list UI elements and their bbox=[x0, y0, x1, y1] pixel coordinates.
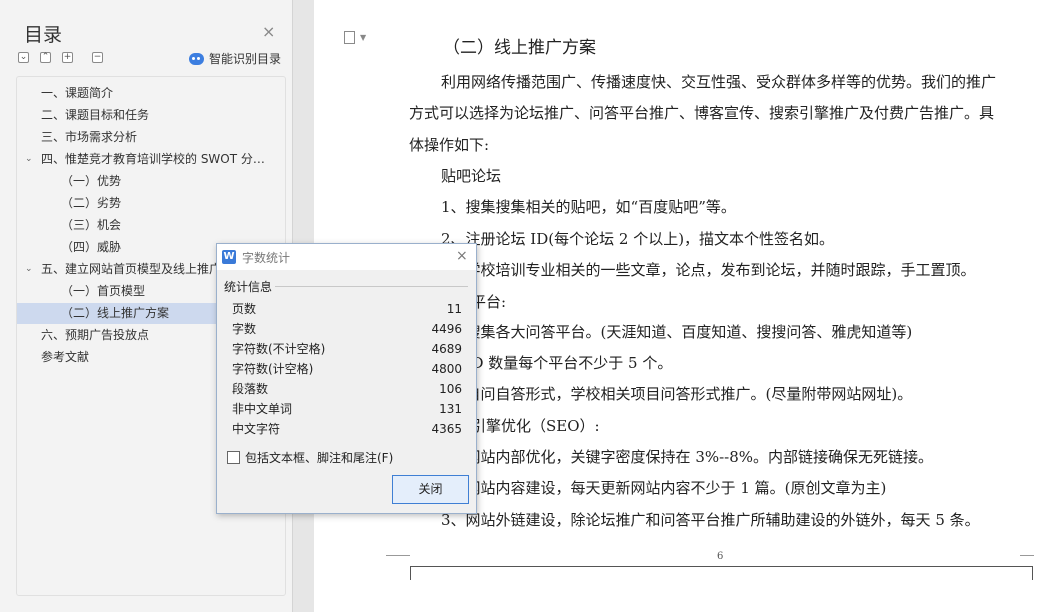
toc-item-label: （一）首页模型 bbox=[61, 284, 146, 298]
paragraph-line: 方式可以选择为论坛推广、问答平台推广、博客宣传、搜索引擎推广及付费广告推广。具 bbox=[409, 104, 995, 122]
stat-label: 字符数(计空格) bbox=[232, 362, 314, 376]
stat-row: 中文字符 4365 bbox=[232, 419, 462, 439]
toc-item[interactable]: 三、市场需求分析 bbox=[17, 127, 285, 148]
stat-row: 字符数(不计空格) 4689 bbox=[232, 339, 462, 359]
toc-close-icon[interactable]: × bbox=[262, 22, 275, 41]
toc-item-label: 一、课题简介 bbox=[41, 86, 114, 100]
collapse-level-icon[interactable]: − bbox=[92, 52, 103, 63]
page-number: 6 bbox=[717, 551, 724, 562]
stat-label: 段落数 bbox=[232, 382, 269, 396]
include-textbox-label[interactable]: 包括文本框、脚注和尾注(F) bbox=[245, 449, 393, 466]
chevron-down-icon[interactable]: ▼ bbox=[360, 33, 366, 42]
stat-value: 4365 bbox=[431, 422, 462, 436]
footer-line bbox=[410, 566, 1033, 567]
toc-item-label: 二、课题目标和任务 bbox=[41, 108, 150, 122]
stat-value: 11 bbox=[446, 302, 462, 316]
toc-item-label: 四、惟楚竞才教育培训学校的 SWOT 分… bbox=[41, 152, 265, 166]
toc-title: 目录 bbox=[24, 24, 63, 46]
include-textbox-checkbox[interactable] bbox=[227, 451, 240, 464]
stat-label: 页数 bbox=[232, 302, 257, 316]
paragraph-line: 2、注册论坛 ID(每个论坛 2 个以上)，描文本个性签名如。 bbox=[441, 230, 835, 248]
stat-label: 中文字符 bbox=[232, 422, 281, 436]
stat-value: 131 bbox=[439, 402, 462, 416]
toc-item[interactable]: 二、课题目标和任务 bbox=[17, 105, 285, 126]
toc-item[interactable]: （一）优势 bbox=[17, 171, 285, 192]
collapse-all-icon[interactable]: ⌄ bbox=[18, 52, 29, 63]
stat-label: 非中文单词 bbox=[232, 402, 293, 416]
toc-item[interactable]: 一、课题简介 bbox=[17, 83, 285, 104]
paragraph-line: 利用网络传播范围广、传播速度快、交互性强、受众群体多样等的优势。我们的推广 bbox=[441, 73, 997, 91]
close-button[interactable]: 关闭 bbox=[392, 475, 469, 504]
toc-item[interactable]: （二）劣势 bbox=[17, 193, 285, 214]
stat-value: 4689 bbox=[431, 342, 462, 356]
chevron-down-icon[interactable]: ⌄ bbox=[25, 149, 33, 170]
paragraph-line: 1、搜集搜集相关的贴吧，如“百度贴吧”等。 bbox=[441, 198, 736, 216]
robot-icon bbox=[189, 52, 204, 65]
margin-marker bbox=[386, 555, 410, 556]
toc-item-label: （二）劣势 bbox=[61, 196, 122, 210]
paragraph-line: 3、自问自答形式，学校相关项目问答形式推广。(尽量附带网站网址)。 bbox=[441, 385, 913, 403]
stat-label: 字符数(不计空格) bbox=[232, 342, 326, 356]
expand-all-icon[interactable]: + bbox=[62, 52, 73, 63]
dialog-titlebar[interactable]: W 字数统计 × bbox=[217, 244, 476, 270]
toc-item-label: （二）线上推广方案 bbox=[61, 306, 170, 320]
paragraph-line: 1、搜集各大问答平台。(天涯知道、百度知道、搜搜问答、雅虎知道等) bbox=[441, 323, 913, 341]
toc-item-label: 六、预期广告投放点 bbox=[41, 328, 150, 342]
dialog-title: 字数统计 bbox=[242, 251, 291, 265]
section-heading: （二）线上推广方案 bbox=[443, 38, 596, 58]
stat-label: 字数 bbox=[232, 322, 257, 336]
toc-item-label: 三、市场需求分析 bbox=[41, 130, 138, 144]
paragraph-line: 1、网站内部优化，关键字密度保持在 3%--8%。内部链接确保无死链接。 bbox=[441, 448, 934, 466]
smart-toc-button[interactable]: 智能识别目录 bbox=[189, 50, 281, 67]
stat-row: 段落数 106 bbox=[232, 379, 462, 399]
toc-item[interactable]: （三）机会 bbox=[17, 215, 285, 236]
stat-value: 4800 bbox=[431, 362, 462, 376]
toc-item-label: （四）威胁 bbox=[61, 240, 122, 254]
stat-value: 4496 bbox=[431, 322, 462, 336]
stat-row: 字符数(计空格) 4800 bbox=[232, 359, 462, 379]
toc-item-label: （一）优势 bbox=[61, 174, 122, 188]
document-icon[interactable] bbox=[344, 31, 355, 44]
paragraph-line: 体操作如下: bbox=[409, 136, 490, 154]
expand-up-icon[interactable]: ⌃ bbox=[40, 52, 51, 63]
stats-group-label: 统计信息 bbox=[224, 280, 273, 294]
footer-tick bbox=[410, 566, 411, 580]
smart-toc-label: 智能识别目录 bbox=[209, 52, 282, 66]
stat-row: 非中文单词 131 bbox=[232, 399, 462, 419]
stat-value: 106 bbox=[439, 382, 462, 396]
wps-logo-icon: W bbox=[222, 250, 236, 264]
toc-item-label: （三）机会 bbox=[61, 218, 122, 232]
paragraph-line: 3、学校培训专业相关的一些文章，论点，发布到论坛，并随时跟踪，手工置顶。 bbox=[441, 261, 976, 279]
close-icon[interactable]: × bbox=[456, 248, 468, 264]
chevron-down-icon[interactable]: ⌄ bbox=[25, 259, 33, 280]
group-divider bbox=[275, 286, 468, 287]
toc-item-label: 五、建立网站首页模型及线上推广 bbox=[41, 262, 222, 276]
stat-row: 字数 4496 bbox=[232, 319, 462, 339]
toc-item[interactable]: ⌄ 四、惟楚竞才教育培训学校的 SWOT 分… bbox=[17, 149, 285, 170]
toc-item-label: 参考文献 bbox=[41, 350, 90, 364]
paragraph-line: 3、网站外链建设，除论坛推广和问答平台推广所辅助建设的外链外，每天 5 条。 bbox=[441, 511, 980, 529]
word-count-dialog: W 字数统计 × 统计信息 页数 11 字数 4496 字符数(不计空格) 46… bbox=[216, 243, 477, 514]
margin-marker bbox=[1020, 555, 1034, 556]
footer-tick bbox=[1032, 566, 1033, 580]
stat-row: 页数 11 bbox=[232, 299, 462, 319]
paragraph-line: 2、网站内容建设，每天更新网站内容不少于 1 篇。(原创文章为主) bbox=[441, 479, 887, 497]
paragraph-line: 贴吧论坛 bbox=[441, 167, 502, 185]
